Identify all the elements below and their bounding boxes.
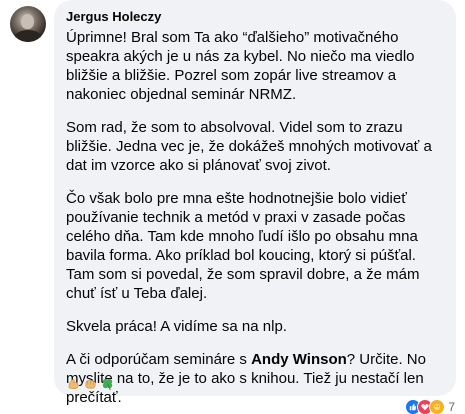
avatar-face	[21, 14, 34, 29]
comment-paragraph-5: A či odporúčam semináre s Andy Winson? U…	[66, 350, 444, 407]
care-icon	[429, 399, 446, 414]
comment-paragraph-1: Úprimne! Bral som Ta ako “ďalšieho” moti…	[66, 29, 415, 103]
comment-author[interactable]: Jergus Holeczy	[66, 9, 444, 25]
comment-bubble: Jergus Holeczy Úprimne! Bral som Ta ako …	[54, 0, 456, 406]
comment-paragraph-2: Som rad, že som to absolvoval. Videl som…	[66, 119, 432, 174]
comment-paragraph-3: Čo však bolo pre mna ešte hodnotnejšie b…	[66, 190, 420, 302]
four-leaf-clover-emoji-icon	[100, 376, 115, 391]
comment-container: Jergus Holeczy Úprimne! Bral som Ta ako …	[0, 0, 465, 414]
mentioned-name: Andy Winson	[251, 351, 347, 368]
reactions-summary[interactable]: 7	[405, 399, 455, 414]
emoji-row	[66, 375, 115, 391]
muscle-emoji-icon	[66, 376, 81, 391]
avatar[interactable]	[10, 6, 46, 42]
avatar-shoulders	[14, 30, 42, 42]
reaction-count: 7	[448, 400, 455, 414]
paragraph-5-before: A či odporúčam semináre s	[66, 351, 252, 368]
comment-paragraph-4: Skvela práca! A vidíme sa na nlp.	[66, 318, 287, 335]
fist-emoji-icon	[83, 376, 98, 391]
